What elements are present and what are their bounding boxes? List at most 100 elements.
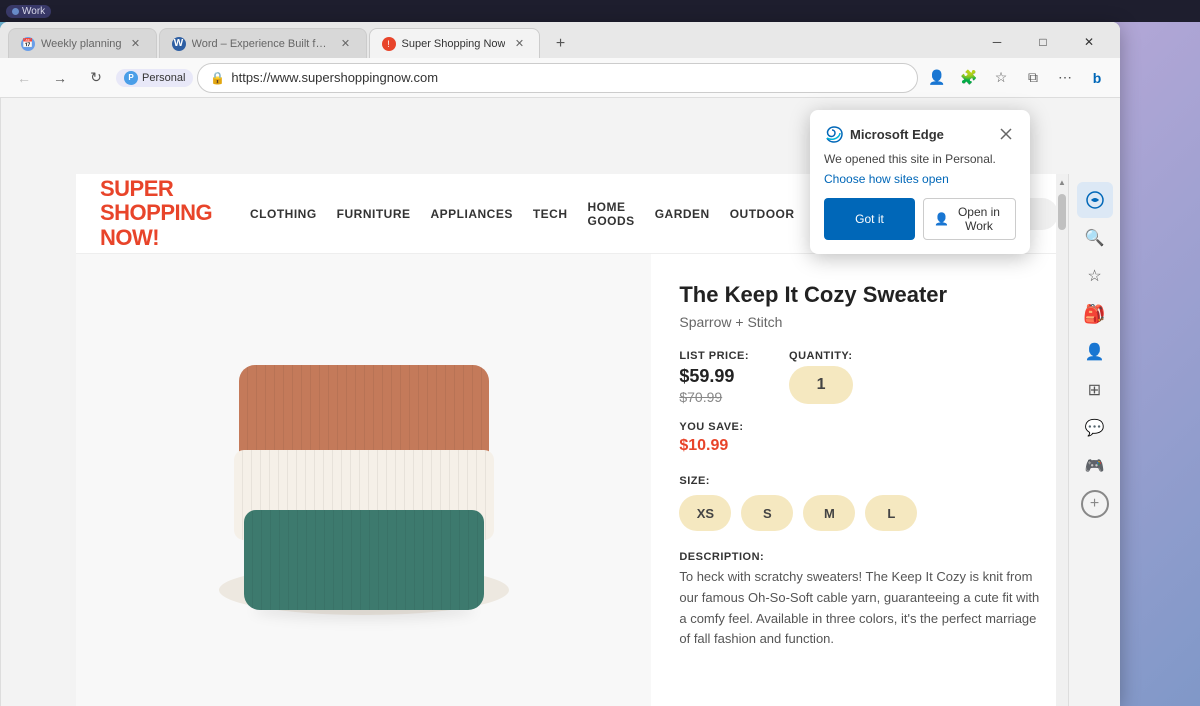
knit-texture-bottom [244, 510, 484, 610]
forward-button[interactable]: → [44, 62, 76, 94]
profile-switcher[interactable]: P Personal [116, 69, 193, 87]
quantity-section: QUANTITY: 1 [789, 350, 853, 404]
size-section: SIZE: XS S M L [679, 475, 1040, 531]
os-taskbar: Work [0, 0, 1200, 22]
nav-furniture[interactable]: FURNITURE [337, 207, 411, 221]
got-it-button[interactable]: Got it [824, 198, 915, 240]
nav-home-goods[interactable]: HOME GOODS [588, 200, 635, 228]
close-window-button[interactable]: ✕ [1066, 26, 1112, 58]
url-text: https://www.supershoppingnow.com [231, 70, 438, 85]
tab-bar-left: 📅 Weekly planning ✕ W Word – Experience … [0, 26, 574, 58]
tab1-favicon: 📅 [21, 37, 35, 51]
edge-popup: Microsoft Edge We opened this site in Pe… [810, 110, 1030, 254]
edge-sidebar: 🔍 ☆ 🎒 👤 ⊞ 💬 🎮 + ⚙ [1068, 174, 1120, 706]
lock-icon: 🔒 [210, 71, 225, 85]
edge-logo-icon [824, 124, 844, 144]
nav-tech[interactable]: TECH [533, 207, 568, 221]
edge-sidebar-extension1-icon[interactable]: 🎮 [1077, 448, 1113, 484]
left-sidebar [0, 98, 1, 706]
tab1-close-button[interactable]: ✕ [128, 36, 144, 52]
edge-popup-link[interactable]: Choose how sites open [824, 172, 1016, 186]
savings-amount: $10.99 [679, 437, 1040, 455]
refresh-button[interactable]: ↻ [80, 62, 112, 94]
minimize-button[interactable]: ─ [974, 26, 1020, 58]
tab2-title: Word – Experience Built for Focus [192, 38, 332, 50]
size-s-button[interactable]: S [741, 495, 793, 531]
collections-icon-button[interactable]: ⧉ [1018, 63, 1048, 93]
edge-sidebar-downloads-icon[interactable]: 👤 [1077, 334, 1113, 370]
sweater-bottom-layer [244, 510, 484, 610]
scroll-thumb[interactable] [1058, 194, 1066, 230]
tab-super-shopping[interactable]: ! Super Shopping Now ✕ [369, 28, 541, 58]
scroll-up-arrow[interactable]: ▲ [1056, 174, 1068, 190]
savings-row: YOU SAVE: $10.99 [679, 421, 1040, 455]
edge-sidebar-messenger-icon[interactable]: 💬 [1077, 410, 1113, 446]
extensions-icon-button[interactable]: 🧩 [954, 63, 984, 93]
size-xs-button[interactable]: XS [679, 495, 731, 531]
tab-weekly-planning[interactable]: 📅 Weekly planning ✕ [8, 28, 157, 58]
product-title: The Keep It Cozy Sweater [679, 282, 1040, 308]
tab3-favicon: ! [382, 37, 396, 51]
edge-sidebar-add-button[interactable]: + [1081, 490, 1109, 518]
edge-popup-header: Microsoft Edge [824, 124, 1016, 144]
window-controls: ─ □ ✕ [974, 26, 1120, 58]
account-icon-button[interactable]: 👤 [922, 63, 952, 93]
nav-appliances[interactable]: APPLIANCES [431, 207, 513, 221]
nav-clothing[interactable]: CLOTHING [250, 207, 317, 221]
new-tab-button[interactable]: + [546, 30, 574, 58]
browser-container: Work 📅 Weekly planning ✕ W Word – Experi… [0, 0, 1200, 706]
you-save-label: YOU SAVE: [679, 421, 1040, 433]
quantity-display[interactable]: 1 [789, 366, 853, 404]
more-menu-button[interactable]: ⋯ [1050, 63, 1080, 93]
edge-sidebar-favorites-icon[interactable]: ☆ [1077, 258, 1113, 294]
edge-popup-close-button[interactable] [996, 124, 1016, 144]
quantity-label: QUANTITY: [789, 350, 853, 362]
tab1-title: Weekly planning [41, 38, 122, 50]
price-original: $70.99 [679, 389, 749, 405]
description-section: DESCRIPTION: To heck with scratchy sweat… [679, 551, 1040, 650]
size-label: SIZE: [679, 475, 1040, 487]
nav-garden[interactable]: GARDEN [655, 207, 710, 221]
price-quantity-row: LIST PRICE: $59.99 $70.99 QUANTITY: 1 [679, 350, 1040, 405]
price-section: LIST PRICE: $59.99 $70.99 [679, 350, 749, 405]
edge-sidebar-copilot-icon[interactable] [1077, 182, 1113, 218]
tab3-title: Super Shopping Now [402, 38, 506, 50]
work-badge-text: Work [22, 6, 45, 17]
favorites-icon-button[interactable]: ☆ [986, 63, 1016, 93]
edge-sidebar-apps-icon[interactable]: ⊞ [1077, 372, 1113, 408]
edge-sidebar-search-icon[interactable]: 🔍 [1077, 220, 1113, 256]
edge-sidebar-collections-icon[interactable]: 🎒 [1077, 296, 1113, 332]
address-bar[interactable]: 🔒 https://www.supershoppingnow.com [197, 63, 918, 93]
edge-logo-area: Microsoft Edge [824, 124, 944, 144]
size-buttons: XS S M L [679, 495, 1040, 531]
maximize-button[interactable]: □ [1020, 26, 1066, 58]
size-m-button[interactable]: M [803, 495, 855, 531]
product-image [214, 330, 514, 630]
open-work-icon: 👤 [934, 212, 949, 226]
tab2-close-button[interactable]: ✕ [338, 36, 354, 52]
product-info-panel: The Keep It Cozy Sweater Sparrow + Stitc… [651, 254, 1068, 706]
open-work-label: Open in Work [953, 205, 1005, 233]
copilot-button[interactable]: b [1082, 63, 1112, 93]
edge-popup-buttons: Got it 👤 Open in Work [824, 198, 1016, 240]
tab-word[interactable]: W Word – Experience Built for Focus ✕ [159, 28, 367, 58]
back-button[interactable]: ← [8, 62, 40, 94]
nav-outdoor[interactable]: OUTDOOR [730, 207, 795, 221]
price-current: $59.99 [679, 366, 749, 387]
page-scrollbar[interactable]: ▲ [1056, 174, 1068, 706]
tab3-close-button[interactable]: ✕ [511, 36, 527, 52]
shop-navigation: CLOTHING FURNITURE APPLIANCES TECH HOME … [230, 200, 878, 228]
profile-dot: P [124, 71, 138, 85]
size-l-button[interactable]: L [865, 495, 917, 531]
profile-label: Personal [142, 72, 185, 84]
work-badge: Work [6, 5, 51, 18]
list-price-label: LIST PRICE: [679, 350, 749, 362]
work-badge-dot [12, 8, 19, 15]
tab-bar: 📅 Weekly planning ✕ W Word – Experience … [0, 22, 1120, 58]
nav-icon-group: 👤 🧩 ☆ ⧉ ⋯ b [922, 63, 1112, 93]
description-text: To heck with scratchy sweaters! The Keep… [679, 567, 1040, 650]
navigation-bar: ← → ↻ P Personal 🔒 https://www.supershop… [0, 58, 1120, 98]
description-label: DESCRIPTION: [679, 551, 1040, 563]
edge-popup-title: Microsoft Edge [850, 127, 944, 142]
open-in-work-button[interactable]: 👤 Open in Work [923, 198, 1016, 240]
